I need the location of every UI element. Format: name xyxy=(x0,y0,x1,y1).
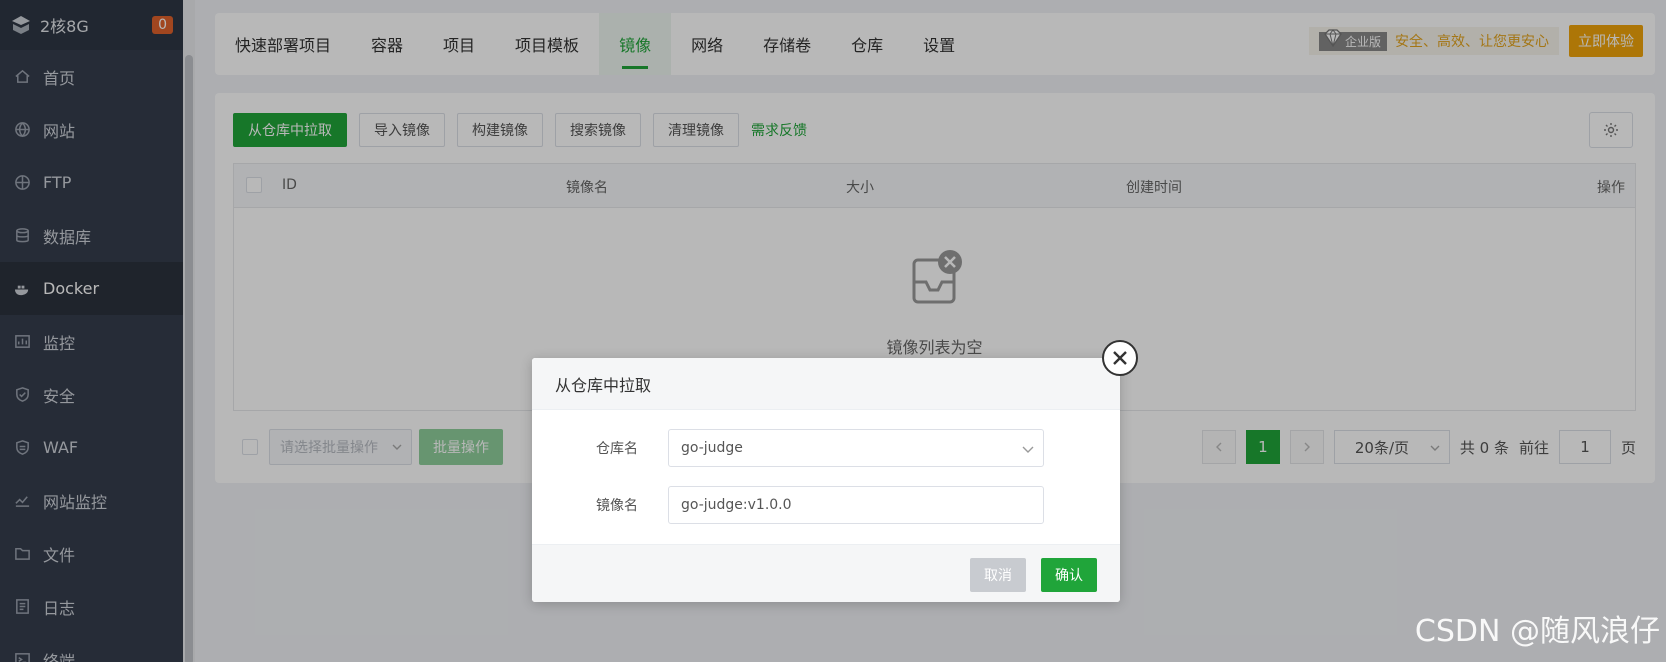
cancel-button[interactable]: 取消 xyxy=(970,558,1026,592)
repo-row: 仓库名 go-judge xyxy=(532,429,1120,467)
image-label: 镜像名 xyxy=(596,498,638,514)
repo-select[interactable]: go-judge xyxy=(668,429,1044,467)
chevron-down-icon xyxy=(1022,446,1034,453)
repo-label: 仓库名 xyxy=(596,441,638,457)
dialog-footer: 取消 确认 xyxy=(532,544,1120,602)
dialog-title: 从仓库中拉取 xyxy=(532,358,1120,410)
watermark: CSDN @随风浪仔 xyxy=(1414,614,1660,649)
image-row: 镜像名 go-judge:v1.0.0 xyxy=(532,486,1120,524)
pull-image-dialog: 从仓库中拉取 仓库名 go-judge 镜像名 go-judge:v1.0.0 … xyxy=(532,340,1138,602)
close-icon xyxy=(1113,351,1127,365)
dialog-close-button[interactable] xyxy=(1102,340,1138,376)
confirm-button[interactable]: 确认 xyxy=(1041,558,1097,592)
image-name-input[interactable]: go-judge:v1.0.0 xyxy=(668,486,1044,524)
